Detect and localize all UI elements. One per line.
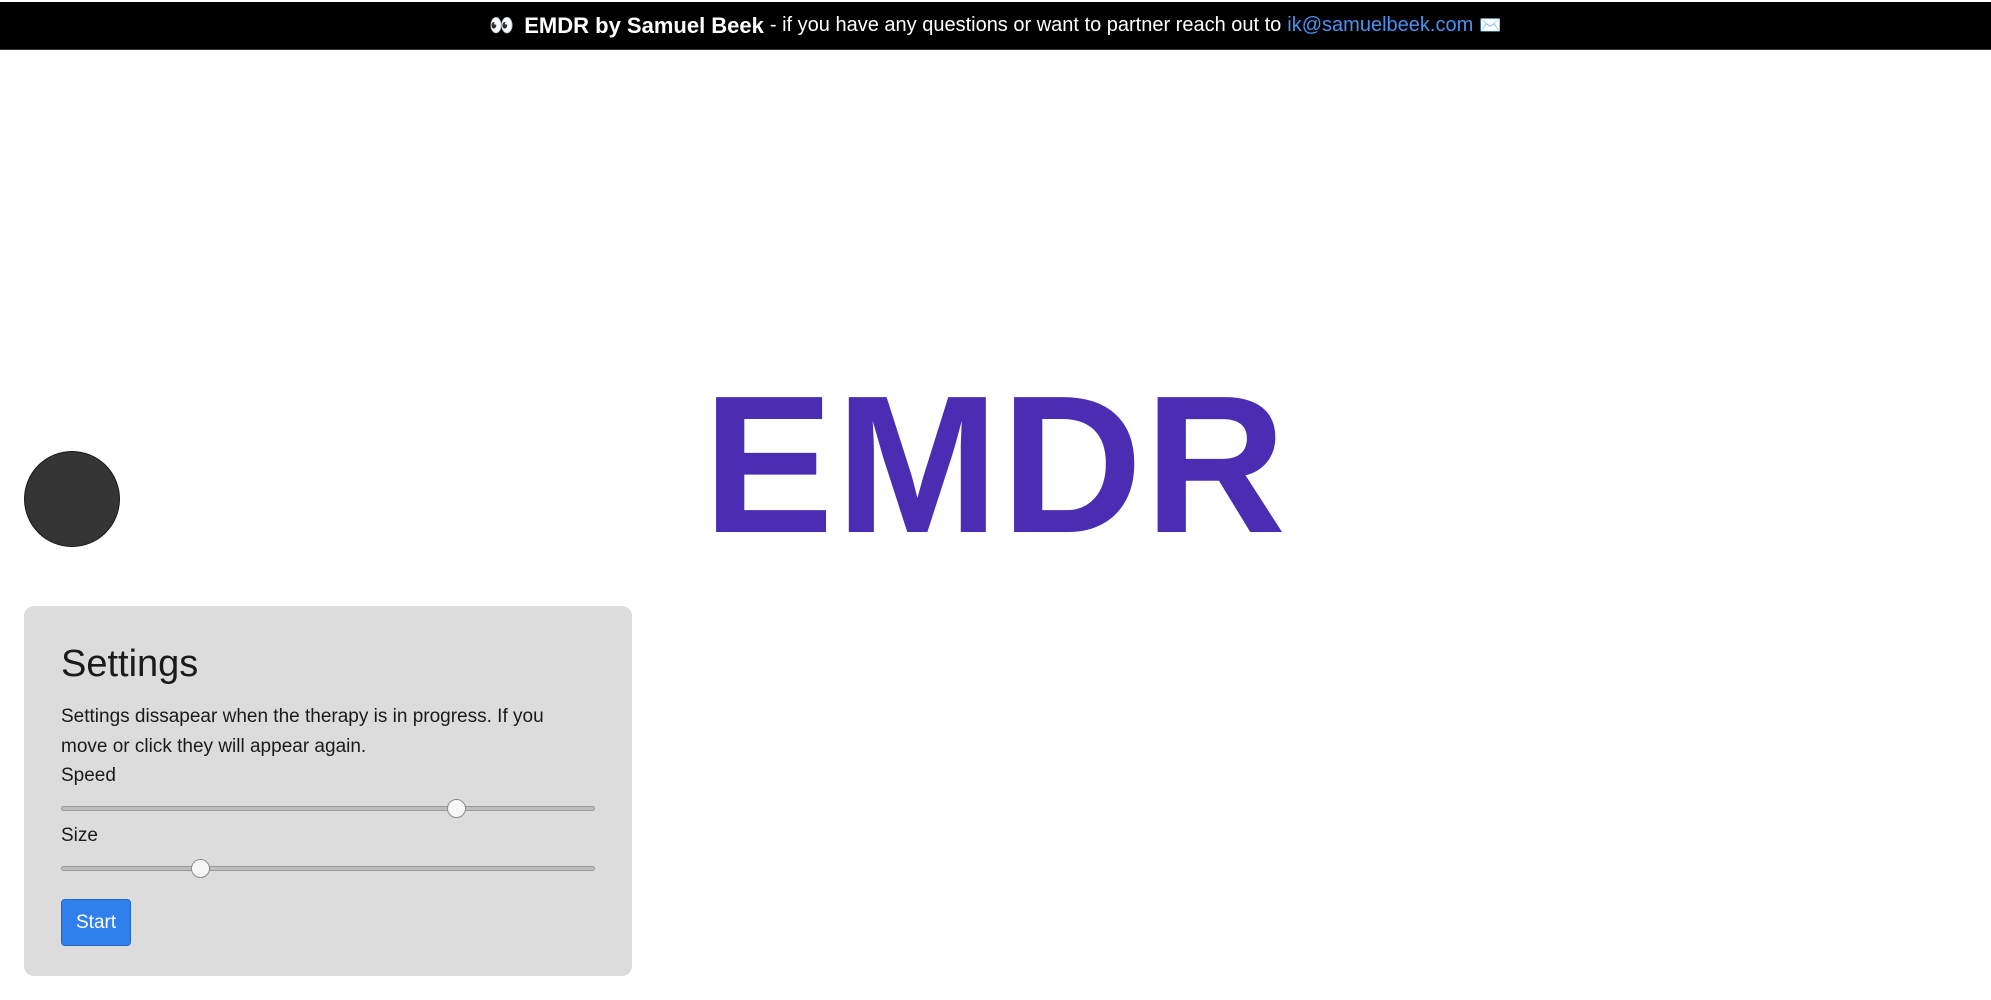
settings-panel: Settings Settings dissapear when the the…: [24, 606, 632, 976]
moving-ball: [24, 451, 120, 547]
size-slider-track[interactable]: [61, 866, 595, 871]
email-link[interactable]: ik@samuelbeek.com: [1287, 14, 1473, 37]
top-banner: 👀 EMDR by Samuel Beek - if you have any …: [0, 2, 1991, 50]
settings-description: Settings dissapear when the therapy is i…: [61, 706, 544, 757]
size-label: Size: [61, 825, 98, 846]
size-slider[interactable]: [61, 848, 595, 881]
speed-slider-thumb[interactable]: [447, 799, 467, 818]
page: 👀 EMDR by Samuel Beek - if you have any …: [0, 0, 1991, 1000]
brand-title: EMDR by Samuel Beek: [524, 12, 764, 38]
speed-slider-track[interactable]: [61, 806, 595, 811]
start-button[interactable]: Start: [61, 899, 132, 946]
settings-title: Settings: [61, 643, 199, 685]
speed-slider[interactable]: [61, 788, 595, 821]
eyes-icon: 👀: [489, 15, 515, 37]
speed-label: Speed: [61, 765, 116, 786]
hero-title: EMDR: [702, 355, 1289, 574]
envelope-icon: ✉️: [1479, 15, 1502, 35]
size-slider-thumb[interactable]: [190, 859, 210, 878]
banner-tagline: - if you have any questions or want to p…: [769, 14, 1282, 36]
